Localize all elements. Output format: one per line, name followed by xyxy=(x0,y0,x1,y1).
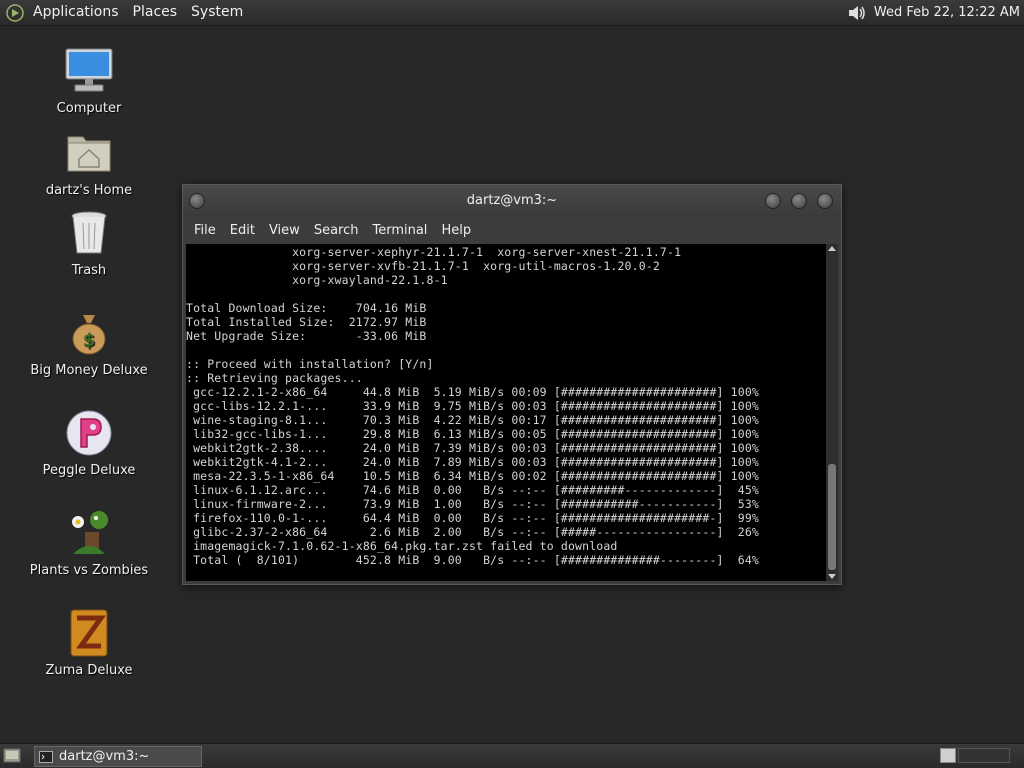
terminal-text: xorg-server-xephyr-21.1.7-1 xorg-server-… xyxy=(186,244,826,567)
terminal-line: webkit2gtk-2.38.... 24.0 MiB 7.39 MiB/s … xyxy=(186,441,759,455)
bottom-panel: dartz@vm3:~ xyxy=(0,743,1024,768)
desktop-icon-label: Plants vs Zombies xyxy=(29,563,149,578)
menu-search[interactable]: Search xyxy=(307,223,366,238)
terminal-line: linux-6.1.12.arc... 74.6 MiB 0.00 B/s --… xyxy=(186,483,759,497)
terminal-line: glibc-2.37-2-x86_64 2.6 MiB 2.00 B/s --:… xyxy=(186,525,759,539)
terminal-icon xyxy=(39,750,53,763)
desktop-icon-label: Trash xyxy=(71,263,107,278)
terminal-line: Total ( 8/101) 452.8 MiB 9.00 B/s --:-- … xyxy=(186,553,759,567)
terminal-line: firefox-110.0-1-... 64.4 MiB 0.00 B/s --… xyxy=(186,511,759,525)
terminal-line: gcc-libs-12.2.1-... 33.9 MiB 9.75 MiB/s … xyxy=(186,399,759,413)
terminal-line: gcc-12.2.1-2-x86_64 44.8 MiB 5.19 MiB/s … xyxy=(186,385,759,399)
desktop-icon-computer[interactable]: Computer xyxy=(24,44,154,116)
terminal-line: xorg-xwayland-22.1.8-1 xyxy=(186,273,448,287)
trash-icon xyxy=(62,206,116,260)
scroll-up-arrow-icon[interactable] xyxy=(828,246,836,251)
desktop-icon-label: Zuma Deluxe xyxy=(45,663,133,678)
menu-help[interactable]: Help xyxy=(434,223,478,238)
window-title: dartz@vm3:~ xyxy=(466,193,558,208)
computer-icon xyxy=(62,44,116,98)
terminal-line: imagemagick-7.1.0.62-1-x86_64.pkg.tar.zs… xyxy=(186,539,618,553)
menu-terminal[interactable]: Terminal xyxy=(365,223,434,238)
svg-text:$: $ xyxy=(83,330,96,351)
peggle-icon xyxy=(62,406,116,460)
desktop-icon-zuma[interactable]: Zuma Deluxe xyxy=(24,606,154,678)
workspace-2[interactable] xyxy=(958,748,1010,763)
desktop-icon-label: Peggle Deluxe xyxy=(42,463,136,478)
home-folder-icon xyxy=(62,126,116,180)
desktop-icon-home[interactable]: dartz's Home xyxy=(24,126,154,198)
terminal-line: wine-staging-8.1... 70.3 MiB 4.22 MiB/s … xyxy=(186,413,759,427)
terminal-line: Net Upgrade Size: -33.06 MiB xyxy=(186,329,427,343)
show-desktop-icon[interactable] xyxy=(3,747,21,764)
menu-file[interactable]: File xyxy=(187,223,223,238)
places-menu[interactable]: Places xyxy=(126,0,185,25)
terminal-window[interactable]: dartz@vm3:~ File Edit View Search Termin… xyxy=(182,184,842,585)
workspace-1[interactable] xyxy=(940,748,956,763)
clock[interactable]: Wed Feb 22, 12:22 AM xyxy=(874,5,1020,20)
title-bar[interactable]: dartz@vm3:~ xyxy=(183,185,841,217)
zuma-icon xyxy=(62,606,116,660)
gnome-foot-icon[interactable] xyxy=(6,3,24,22)
desktop-icon-label: Computer xyxy=(56,101,122,116)
applications-menu[interactable]: Applications xyxy=(26,0,126,25)
terminal-line: mesa-22.3.5-1-x86_64 10.5 MiB 6.34 MiB/s… xyxy=(186,469,759,483)
desktop-icon-label: dartz's Home xyxy=(45,183,133,198)
menu-view[interactable]: View xyxy=(262,223,307,238)
scroll-down-arrow-icon[interactable] xyxy=(828,574,836,579)
panel-right: Wed Feb 22, 12:22 AM xyxy=(846,0,1020,25)
desktop-icon-label: Big Money Deluxe xyxy=(30,363,148,378)
terminal-menu-bar: File Edit View Search Terminal Help xyxy=(183,217,841,244)
menu-edit[interactable]: Edit xyxy=(223,223,262,238)
terminal-line: :: Proceed with installation? [Y/n] xyxy=(186,357,434,371)
taskbar-item-terminal[interactable]: dartz@vm3:~ xyxy=(34,746,202,767)
close-button[interactable] xyxy=(817,193,833,209)
scroll-thumb[interactable] xyxy=(828,464,836,570)
terminal-line: xorg-server-xephyr-21.1.7-1 xorg-server-… xyxy=(186,245,682,259)
desktop-icon-trash[interactable]: Trash xyxy=(24,206,154,278)
system-menu[interactable]: System xyxy=(184,0,250,25)
desktop-icon-peggle[interactable]: Peggle Deluxe xyxy=(24,406,154,478)
terminal-line: :: Retrieving packages... xyxy=(186,371,363,385)
money-bag-icon: $ xyxy=(62,306,116,360)
desktop-icon-big-money[interactable]: $ Big Money Deluxe xyxy=(24,306,154,378)
vertical-scrollbar[interactable] xyxy=(826,244,838,581)
volume-icon[interactable] xyxy=(846,2,868,24)
maximize-button[interactable] xyxy=(791,193,807,209)
terminal-line: linux-firmware-2... 73.9 MiB 1.00 B/s --… xyxy=(186,497,759,511)
terminal-line: webkit2gtk-4.1-2... 24.0 MiB 7.89 MiB/s … xyxy=(186,455,759,469)
terminal-line: lib32-gcc-libs-1... 29.8 MiB 6.13 MiB/s … xyxy=(186,427,759,441)
minimize-button[interactable] xyxy=(765,193,781,209)
terminal-output[interactable]: xorg-server-xephyr-21.1.7-1 xorg-server-… xyxy=(186,244,826,581)
terminal-line: xorg-server-xvfb-21.1.7-1 xorg-util-macr… xyxy=(186,259,660,273)
top-panel: Applications Places System Wed Feb 22, 1… xyxy=(0,0,1024,26)
terminal-line: Total Download Size: 704.16 MiB xyxy=(186,301,427,315)
taskbar-item-label: dartz@vm3:~ xyxy=(59,749,150,764)
terminal-line: Total Installed Size: 2172.97 MiB xyxy=(186,315,427,329)
desktop-icon-plants[interactable]: Plants vs Zombies xyxy=(24,506,154,578)
plants-icon xyxy=(62,506,116,560)
